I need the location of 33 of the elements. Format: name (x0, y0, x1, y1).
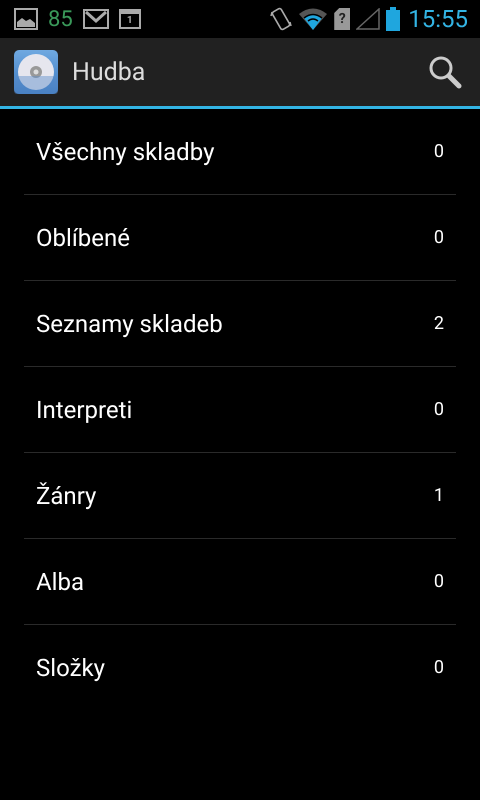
clock: 15:55 (408, 5, 468, 33)
battery-icon (386, 7, 400, 31)
calendar-day: 1 (126, 16, 133, 26)
item-count: 0 (434, 571, 444, 592)
category-label: Žánry (36, 482, 96, 510)
search-icon[interactable] (428, 55, 462, 89)
wifi-icon (298, 7, 328, 31)
category-label: Složky (36, 654, 106, 682)
item-count: 0 (434, 141, 444, 162)
category-item[interactable]: Interpreti 0 (24, 367, 456, 453)
item-count: 1 (434, 485, 444, 506)
mail-icon (82, 9, 109, 29)
item-count: 0 (434, 227, 444, 248)
image-icon (14, 8, 38, 30)
category-item[interactable]: Všechny skladby 0 (24, 109, 456, 195)
battery-percent: 85 (48, 6, 73, 32)
category-label: Všechny skladby (36, 138, 214, 166)
app-title: Hudba (72, 58, 146, 86)
category-label: Alba (36, 568, 84, 596)
category-label: Interpreti (36, 396, 132, 424)
vibrate-icon (270, 6, 292, 32)
category-item[interactable]: Oblíbené 0 (24, 195, 456, 281)
category-item[interactable]: Složky 0 (24, 625, 456, 710)
category-label: Seznamy skladeb (36, 310, 223, 338)
category-item[interactable]: Seznamy skladeb 2 (24, 281, 456, 367)
category-label: Oblíbené (36, 224, 130, 252)
category-item[interactable]: Alba 0 (24, 539, 456, 625)
no-sim-icon: ? (334, 8, 350, 30)
signal-icon (356, 8, 380, 30)
item-count: 0 (434, 399, 444, 420)
item-count: 2 (434, 313, 444, 334)
category-item[interactable]: Žánry 1 (24, 453, 456, 539)
item-count: 0 (434, 657, 444, 678)
